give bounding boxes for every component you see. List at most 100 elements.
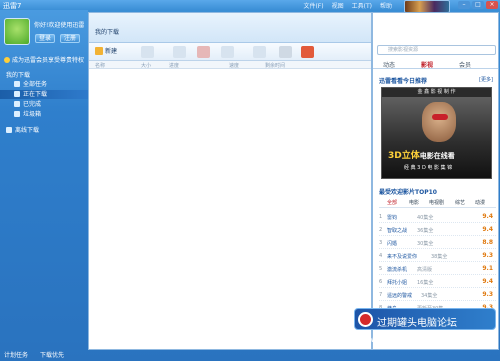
sidebar-item-downloading[interactable]: 正在下载: [0, 90, 88, 99]
rank-number: 2: [379, 227, 383, 233]
poster-header: 金 鑫 影 视 制 作: [382, 88, 491, 97]
poster-figure: [422, 102, 456, 142]
list-item[interactable]: 2 智取之战 36集全 9.4: [379, 224, 496, 236]
delete-button[interactable]: [197, 46, 210, 58]
new-task-label: 新建: [105, 48, 118, 55]
vip-icon: [4, 57, 10, 63]
minimize-button[interactable]: –: [458, 1, 470, 9]
pause-button[interactable]: [173, 46, 186, 58]
movie-name: 雷钧: [387, 215, 398, 221]
menu-help[interactable]: 帮助: [380, 1, 392, 10]
list-item[interactable]: 6 拜托小姐 16集全 9.4: [379, 276, 496, 288]
menu-view[interactable]: 视图: [332, 1, 344, 10]
list-item[interactable]: 7 遥远的警戒 34集全 9.3: [379, 289, 496, 301]
plan-task-link[interactable]: 计划任务: [4, 352, 28, 359]
list-item[interactable]: 5 激流杀机 高清版 9.1: [379, 263, 496, 275]
vip-link[interactable]: 成为迅雷会员享受尊贵特权: [4, 55, 84, 64]
sidebar-item-all[interactable]: 全部任务: [14, 80, 86, 89]
user-greeting: 你好!欢迎使用迅雷: [34, 22, 85, 29]
column-speed[interactable]: 速度: [229, 62, 239, 69]
toolbar: 新建: [89, 43, 371, 61]
tab-news[interactable]: 动态: [383, 60, 395, 69]
sidebar-item-label: 正在下载: [23, 91, 48, 98]
movie-name: 拜托小姐: [387, 280, 408, 286]
list-item[interactable]: 1 雷钧 40集全 9.4: [379, 211, 496, 223]
column-name[interactable]: 名称: [95, 62, 105, 69]
rank-number: 4: [379, 253, 383, 259]
download-arrow-icon: [14, 91, 20, 97]
score: 8.8: [482, 239, 493, 246]
watermark: 过期罐头电脑论坛: [354, 308, 496, 330]
new-task-button[interactable]: 新建: [95, 46, 121, 58]
episode-info: 40集全: [417, 215, 434, 221]
sidebar-item-label: 已完成: [23, 101, 42, 108]
watermark-url: www.gqgtpc.com: [362, 334, 447, 345]
episode-info: 30集全: [417, 241, 434, 247]
list-item[interactable]: 4 来不及说爱你 38集全 9.3: [379, 250, 496, 262]
task-list[interactable]: [89, 69, 371, 349]
column-remaining[interactable]: 剩余时间: [265, 62, 285, 69]
list-header: 名称 大小 进度 速度 剩余时间: [89, 61, 371, 69]
list-icon: [14, 81, 20, 87]
avatar[interactable]: [4, 18, 30, 45]
download-priority-link[interactable]: 下载优先: [40, 352, 64, 359]
left-panel: 你好!欢迎使用迅雷 登录 注册 成为迅雷会员享受尊贵特权 我的下载 全部任务 正…: [0, 10, 88, 350]
register-button[interactable]: 注册: [60, 34, 80, 43]
check-icon: [14, 101, 20, 107]
list-item[interactable]: 3 闪婚 30集全 8.8: [379, 237, 496, 249]
share-button[interactable]: [301, 46, 314, 58]
column-progress[interactable]: 进度: [169, 62, 179, 69]
sidebar-item-completed[interactable]: 已完成: [14, 100, 86, 109]
tab-bar: 我的下载: [89, 13, 371, 43]
vip-text: 成为迅雷会员享受尊贵特权: [12, 57, 85, 64]
score: 9.4: [482, 278, 493, 285]
column-size[interactable]: 大小: [141, 62, 151, 69]
more-link[interactable]: [更多]: [479, 76, 493, 83]
settings-button[interactable]: [279, 46, 292, 58]
tab-my-downloads[interactable]: 我的下载: [95, 27, 119, 36]
cat-tv[interactable]: 电视剧: [429, 199, 444, 206]
movie-name: 来不及说爱你: [387, 254, 418, 260]
episode-info: 高清版: [417, 267, 433, 273]
tab-video[interactable]: 影视: [421, 60, 433, 69]
episode-info: 16集全: [417, 280, 434, 286]
menu-file[interactable]: 文件(F): [303, 1, 323, 10]
cat-anime[interactable]: 动漫: [475, 199, 485, 206]
trash-icon: [14, 111, 20, 117]
new-folder-icon: [95, 47, 103, 55]
login-button[interactable]: 登录: [35, 34, 55, 43]
menu-tools[interactable]: 工具(T): [352, 1, 372, 10]
score: 9.3: [482, 252, 493, 259]
search-input[interactable]: 搜索影视资源: [377, 45, 496, 55]
movie-name: 闪婚: [387, 241, 398, 247]
cloud-icon: [6, 127, 12, 133]
rank-number: 5: [379, 266, 383, 272]
move-button[interactable]: [253, 46, 266, 58]
top10-title: 最受欢迎影片TOP10: [379, 189, 437, 196]
score: 9.4: [482, 213, 493, 220]
download-pane: 我的下载 新建 名称 大小 进度 速度 剩余时间: [88, 12, 372, 350]
open-folder-button[interactable]: [221, 46, 234, 58]
status-bar: 计划任务 下载优先: [4, 350, 74, 359]
cat-all[interactable]: 全部: [387, 199, 397, 206]
menu-bar: 文件(F) 视图 工具(T) 帮助: [303, 1, 392, 10]
right-panel: 搜索影视资源 动态 影视 会员 迅雷看看今日推荐 [更多] 金 鑫 影 视 制 …: [372, 12, 499, 350]
cat-variety[interactable]: 综艺: [455, 199, 465, 206]
rank-number: 1: [379, 214, 383, 220]
movie-name: 智取之战: [387, 228, 408, 234]
tab-member[interactable]: 会员: [459, 60, 471, 69]
rank-number: 7: [379, 292, 383, 298]
play-button[interactable]: [141, 46, 154, 58]
maximize-button[interactable]: □: [472, 1, 484, 9]
cat-movie[interactable]: 电影: [409, 199, 419, 206]
score: 9.3: [482, 291, 493, 298]
movie-name: 激流杀机: [387, 267, 408, 273]
sidebar-item-label: 离线下载: [15, 127, 40, 134]
score: 9.1: [482, 265, 493, 272]
sidebar-item-trash[interactable]: 垃圾箱: [14, 110, 86, 119]
sidebar-item-label: 垃圾箱: [23, 111, 42, 118]
category-tabs: 全部 电影 电视剧 综艺 动漫: [379, 199, 496, 208]
close-button[interactable]: ×: [486, 1, 498, 9]
movie-poster[interactable]: 金 鑫 影 视 制 作 3D立体电影在线看 经 典 3 D 电 影 集 锦: [381, 87, 492, 179]
sidebar-item-offline[interactable]: 离线下载: [6, 126, 78, 135]
